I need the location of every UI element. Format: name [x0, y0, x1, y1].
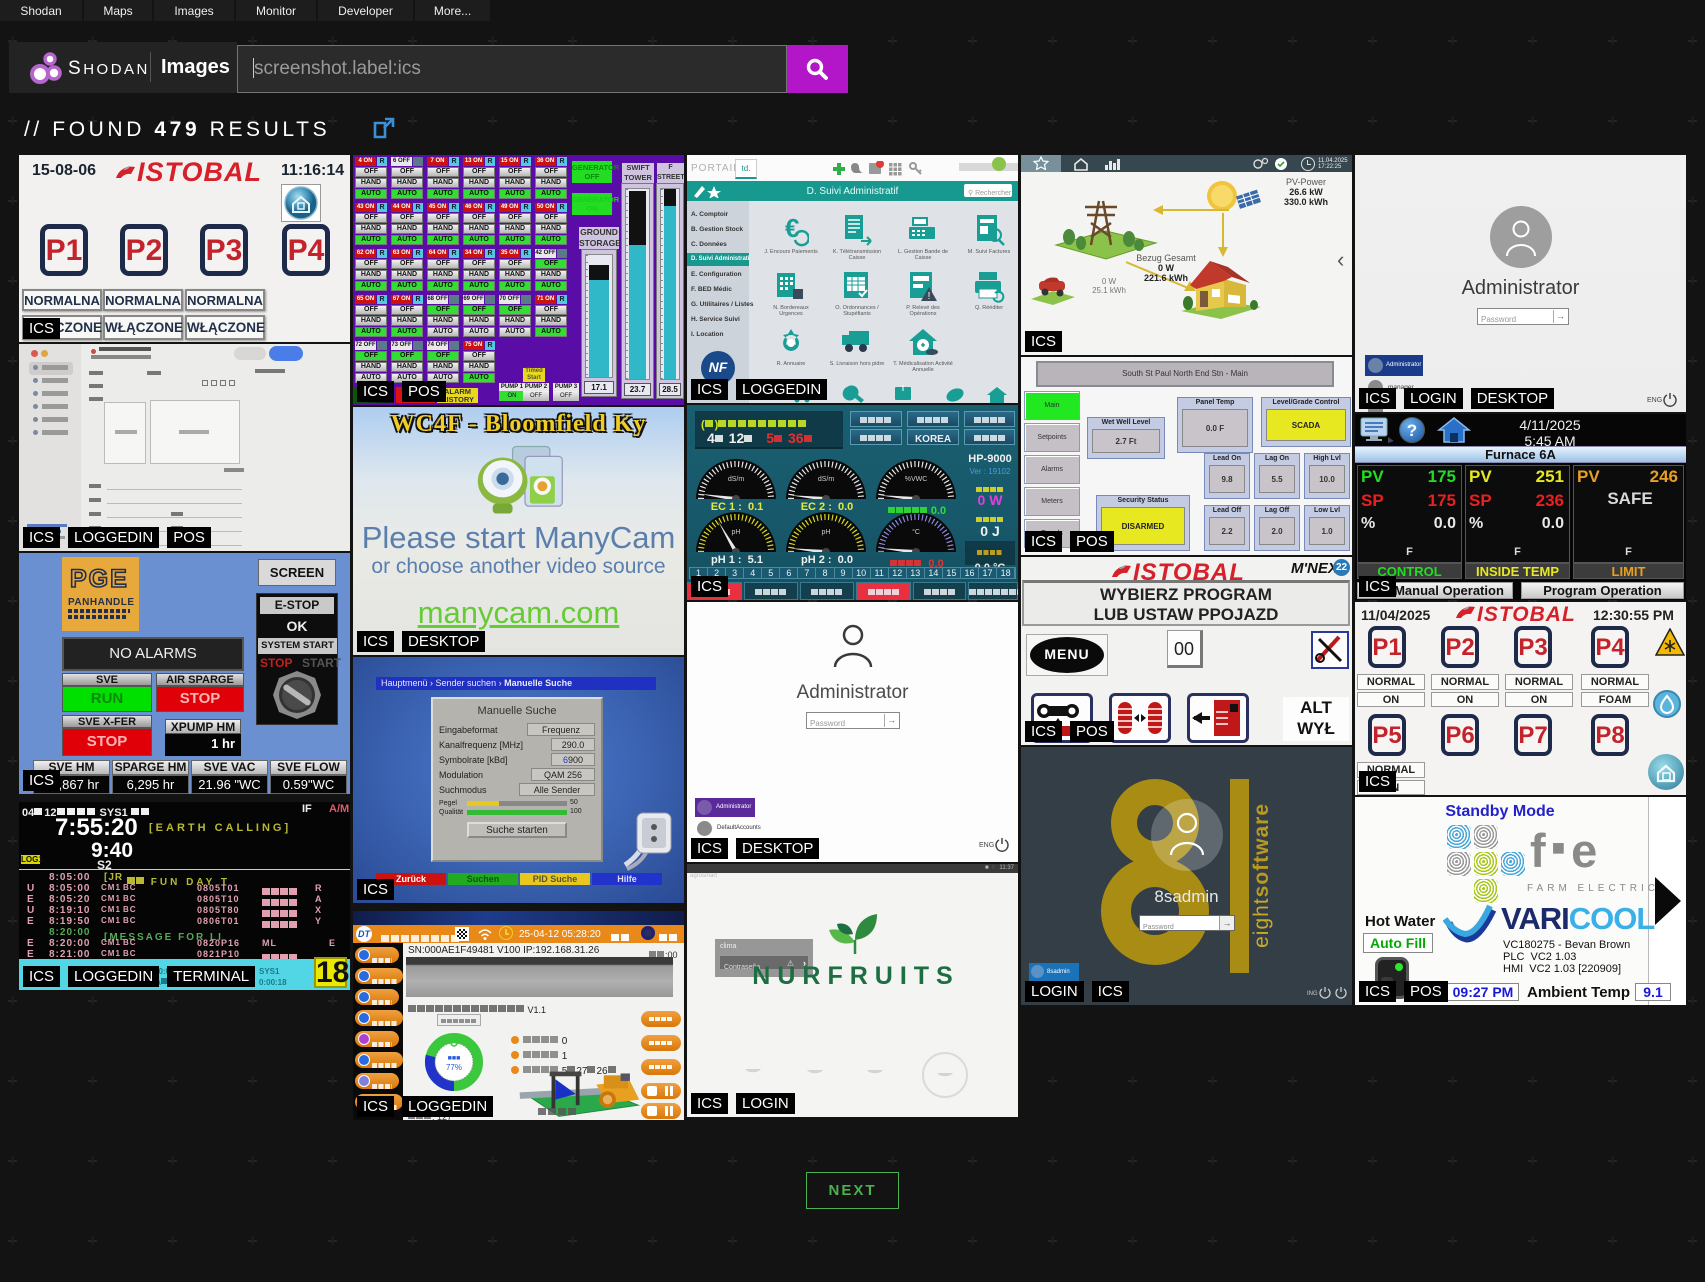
- svg-text:°C: °C: [912, 528, 920, 536]
- svg-text:■■■: ■■■: [448, 1055, 461, 1062]
- svg-text:77%: 77%: [446, 1063, 462, 1072]
- svg-text:pH: pH: [732, 529, 741, 536]
- svg-text:dS/m: dS/m: [728, 476, 745, 483]
- svg-text:!: !: [928, 291, 931, 302]
- svg-text:%VWC: %VWC: [905, 476, 928, 483]
- svg-text:pH: pH: [822, 529, 831, 536]
- svg-text:dS/m: dS/m: [818, 476, 835, 483]
- svg-text:€: €: [785, 213, 799, 243]
